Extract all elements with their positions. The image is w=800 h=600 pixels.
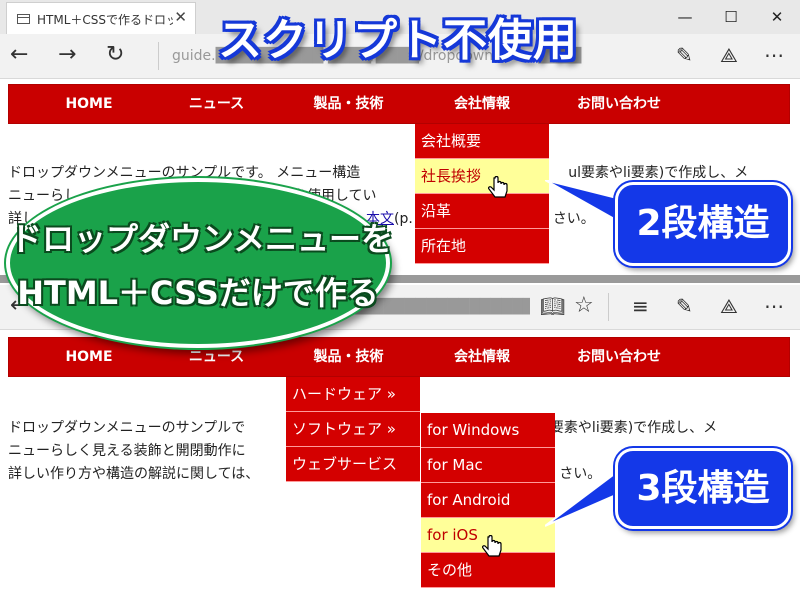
submenu-item-history[interactable]: 沿革 bbox=[415, 194, 549, 229]
more-icon[interactable]: ⋯ bbox=[764, 40, 784, 70]
paragraph-text: ul要素やli要素)で作成し、メ bbox=[568, 165, 749, 181]
share-icon[interactable]: ⟁ bbox=[720, 291, 738, 321]
callout-three-level: 3段構造 bbox=[615, 448, 791, 529]
submenu-item-software[interactable]: ソフトウェア » bbox=[286, 412, 420, 447]
menu-item-news[interactable]: ニュース bbox=[154, 85, 279, 123]
menu-item-contact[interactable]: お問い合わせ bbox=[549, 338, 689, 376]
submenu-item-windows[interactable]: for Windows bbox=[421, 413, 555, 448]
close-window-button[interactable]: ✕ bbox=[754, 4, 800, 30]
submenu-item-overview[interactable]: 会社概要 bbox=[415, 124, 549, 159]
paragraph-text: ドロップダウンメニューのサンプルで bbox=[8, 420, 246, 436]
browser-tab[interactable]: HTML＋CSSで作るドロップダウンメ ✕ bbox=[6, 2, 196, 34]
company-submenu: 会社概要 社長挨拶 沿革 所在地 bbox=[415, 124, 549, 264]
hand-cursor-icon bbox=[488, 176, 508, 198]
submenu-item-webservice[interactable]: ウェブサービス bbox=[286, 447, 420, 482]
reading-view-icon[interactable]: 📖︎ bbox=[540, 291, 565, 321]
no-script-banner: スクリプト不使用 bbox=[218, 15, 578, 66]
submenu-item-mac[interactable]: for Mac bbox=[421, 448, 555, 483]
submenu-item-greeting[interactable]: 社長挨拶 bbox=[415, 159, 549, 194]
page-icon bbox=[17, 14, 30, 24]
web-note-icon[interactable]: ✎ bbox=[676, 291, 693, 321]
share-icon[interactable]: ⟁ bbox=[720, 40, 738, 70]
maximize-button[interactable]: ☐ bbox=[708, 4, 754, 30]
software-submenu: for Windows for Mac for Android for iOS … bbox=[421, 413, 555, 588]
submenu-item-location[interactable]: 所在地 bbox=[415, 229, 549, 264]
headline-ellipse: ドロップダウンメニューを HTML＋CSSだけで作る bbox=[6, 178, 394, 348]
global-menu-bar: HOME ニュース 製品・技術 会社情報 お問い合わせ bbox=[8, 84, 790, 124]
paragraph-text: 詳しい作り方や構造の解説に関しては、 bbox=[8, 466, 260, 482]
web-note-icon[interactable]: ✎ bbox=[676, 40, 693, 70]
menu-item-products[interactable]: 製品・技術 bbox=[286, 338, 411, 376]
menu-item-home[interactable]: HOME bbox=[29, 338, 149, 376]
menu-item-company[interactable]: 会社情報 bbox=[417, 338, 547, 376]
paragraph-text: ニューらしく見える装飾と開閉動作に bbox=[8, 443, 246, 459]
tab-title: HTML＋CSSで作るドロップダウンメ bbox=[37, 13, 173, 27]
menu-item-products[interactable]: 製品・技術 bbox=[286, 85, 411, 123]
refresh-icon[interactable]: ↻ bbox=[106, 40, 124, 70]
products-submenu: ハードウェア » ソフトウェア » ウェブサービス bbox=[286, 377, 420, 482]
headline-line-1: ドロップダウンメニューを bbox=[10, 220, 394, 258]
paragraph-text: (p. bbox=[394, 211, 413, 227]
hand-cursor-icon bbox=[482, 535, 502, 557]
forward-arrow-icon[interactable]: → bbox=[58, 40, 76, 70]
favorite-star-icon[interactable]: ☆ bbox=[574, 291, 594, 321]
back-arrow-icon[interactable]: ← bbox=[10, 40, 28, 70]
menu-item-home[interactable]: HOME bbox=[29, 85, 149, 123]
submenu-item-android[interactable]: for Android bbox=[421, 483, 555, 518]
menu-item-contact[interactable]: お問い合わせ bbox=[549, 85, 689, 123]
submenu-item-hardware[interactable]: ハードウェア » bbox=[286, 377, 420, 412]
callout-pointer bbox=[545, 180, 625, 227]
menu-item-company[interactable]: 会社情報 bbox=[417, 85, 547, 123]
global-menu-bar: HOME ニュース 製品・技術 会社情報 お問い合わせ bbox=[8, 337, 790, 377]
minimize-button[interactable]: — bbox=[662, 4, 708, 30]
callout-pointer bbox=[545, 464, 625, 527]
hub-icon[interactable]: ≡ bbox=[632, 291, 649, 321]
headline-line-2: HTML＋CSSだけで作る bbox=[17, 274, 379, 312]
callout-two-level: 2段構造 bbox=[615, 182, 791, 266]
paragraph-text: ul要素やli要素)で作成し、メ bbox=[537, 420, 718, 436]
more-icon[interactable]: ⋯ bbox=[764, 291, 784, 321]
tab-close-icon[interactable]: ✕ bbox=[174, 8, 187, 26]
